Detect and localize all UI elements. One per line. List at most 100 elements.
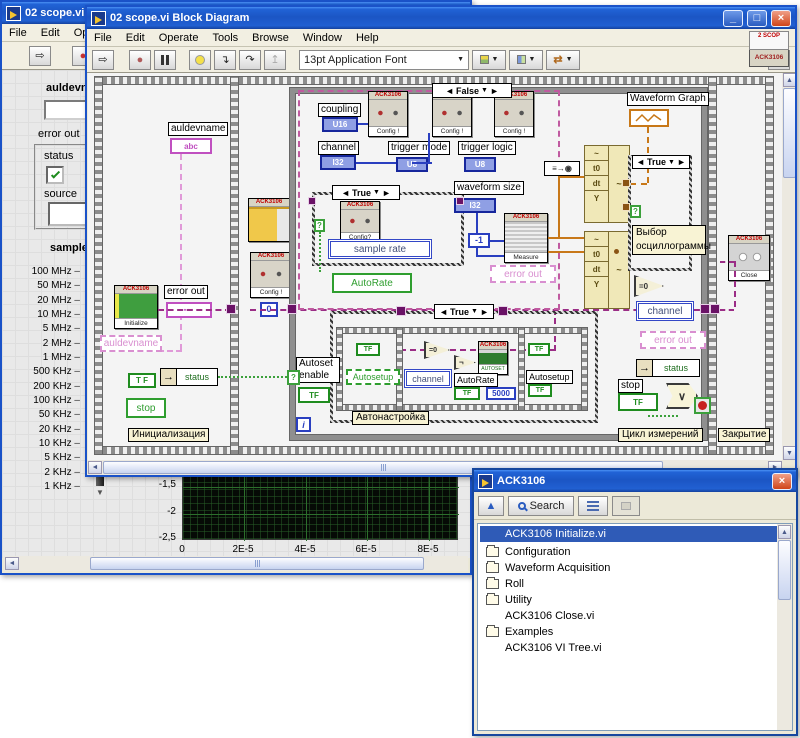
- case-next-icon[interactable]: ►: [490, 86, 499, 96]
- autoset-enable-terminal[interactable]: TF: [298, 387, 330, 403]
- view-options-button[interactable]: [578, 496, 608, 516]
- coupling-terminal[interactable]: U16: [322, 117, 358, 132]
- stop-local-variable[interactable]: stop: [126, 398, 166, 418]
- error-out-local-variable[interactable]: error out: [640, 331, 706, 349]
- vi-ack3106-measure[interactable]: ACK3106 Measure: [504, 213, 548, 263]
- search-button[interactable]: Search: [508, 496, 574, 516]
- scroll-up-icon[interactable]: ▲: [783, 73, 796, 87]
- menu-window[interactable]: Window: [296, 30, 349, 46]
- block-diagram-titlebar[interactable]: 02 scope.vi Block Diagram _ □ ×: [87, 7, 795, 29]
- case-prev-icon[interactable]: ◄: [341, 188, 350, 198]
- case-selector-true[interactable]: ◄True▼►: [332, 185, 400, 200]
- case-next-icon[interactable]: ►: [677, 157, 686, 167]
- scrollbar-thumb[interactable]: [90, 557, 424, 570]
- error-out-local-variable[interactable]: error out: [490, 265, 556, 283]
- scroll-left-icon[interactable]: ◄: [88, 461, 102, 474]
- case-selector-true[interactable]: ◄True▼►: [632, 155, 690, 169]
- step-over-button[interactable]: ↷: [239, 50, 261, 70]
- waveform-graph-terminal[interactable]: [629, 109, 669, 127]
- channel-local-variable[interactable]: channel: [636, 301, 694, 321]
- vi-ack3106-config[interactable]: ACK3106 Config !: [250, 252, 292, 298]
- palette-item-roll[interactable]: Roll: [480, 576, 778, 592]
- channel-terminal[interactable]: I32: [320, 155, 356, 170]
- close-button[interactable]: ×: [772, 473, 792, 490]
- boolean-terminal[interactable]: TF: [356, 343, 380, 356]
- unbundle-status-node[interactable]: → status: [636, 359, 700, 377]
- up-level-button[interactable]: ▲: [478, 496, 504, 516]
- menu-edit[interactable]: Edit: [119, 30, 152, 46]
- scrollbar-thumb[interactable]: [778, 540, 791, 600]
- palette-item-examples[interactable]: Examples: [480, 624, 778, 640]
- font-selector[interactable]: 13pt Application Font▼: [299, 50, 469, 70]
- run-button[interactable]: ⇨: [92, 50, 114, 70]
- palette-item-waveform-acquisition[interactable]: Waveform Acquisition: [480, 560, 778, 576]
- palette-item-utility[interactable]: Utility: [480, 592, 778, 608]
- menu-help[interactable]: Help: [349, 30, 386, 46]
- abort-button[interactable]: ●: [129, 50, 151, 70]
- pause-button[interactable]: [154, 50, 176, 70]
- pin-button[interactable]: [612, 496, 640, 516]
- trigger-mode-terminal[interactable]: U8: [396, 157, 428, 172]
- case-prev-icon[interactable]: ◄: [439, 307, 448, 317]
- boolean-terminal[interactable]: TF: [528, 343, 550, 356]
- auldevname-local-variable[interactable]: auldevname: [100, 335, 162, 352]
- vi-ack3106-initialize[interactable]: ACK3106 Initialize: [114, 285, 158, 329]
- minimize-button[interactable]: _: [723, 10, 743, 27]
- front-panel-hscrollbar[interactable]: ◄: [4, 556, 468, 571]
- unbundle-status-node[interactable]: → status: [160, 368, 218, 386]
- menu-file[interactable]: File: [87, 30, 119, 46]
- case-selector-true[interactable]: ◄True▼►: [434, 304, 494, 319]
- palette-vscrollbar[interactable]: ▲: [777, 524, 792, 730]
- scroll-up-icon[interactable]: ▲: [778, 525, 791, 539]
- step-into-button[interactable]: ↴: [214, 50, 236, 70]
- palette-item-close[interactable]: ACK3106 Close.vi: [480, 608, 778, 624]
- menu-edit[interactable]: Edit: [34, 25, 67, 41]
- array-to-cluster-node[interactable]: ≡→◉: [544, 161, 580, 176]
- loop-condition-terminal[interactable]: [694, 397, 711, 414]
- distribute-objects-button[interactable]: ▼: [509, 50, 543, 70]
- case-next-icon[interactable]: ►: [480, 307, 489, 317]
- channel-local-variable[interactable]: channel: [404, 369, 452, 388]
- reorder-button[interactable]: ⇄▼: [546, 50, 580, 70]
- scrollbar-thumb[interactable]: [783, 88, 796, 178]
- menu-file[interactable]: File: [2, 25, 34, 41]
- autorate-terminal[interactable]: TF: [454, 387, 480, 400]
- palette-item-initialize[interactable]: ACK3106 Initialize.vi: [480, 526, 778, 542]
- case-selector-false[interactable]: ◄False▼►: [432, 83, 512, 98]
- stop-terminal[interactable]: TF: [618, 393, 658, 411]
- align-objects-button[interactable]: ▼: [472, 50, 506, 70]
- vi-ack3106-open[interactable]: ACK3106: [248, 198, 290, 242]
- vi-icon-badge[interactable]: 2 SCOP ACK3106: [749, 31, 789, 71]
- palette-titlebar[interactable]: ACK3106 ×: [474, 470, 796, 492]
- palette-item-vi-tree[interactable]: ACK3106 VI Tree.vi: [480, 640, 778, 656]
- maximize-button[interactable]: □: [747, 10, 767, 27]
- vi-ack3106-config-query[interactable]: ACK3106 Config?: [340, 201, 380, 243]
- block-diagram-vscrollbar[interactable]: ▲ ▼: [782, 73, 797, 460]
- scroll-down-icon[interactable]: ▼: [783, 446, 796, 460]
- case-next-icon[interactable]: ►: [382, 188, 391, 198]
- build-waveform-node[interactable]: ~ t0 dt Y ~: [584, 231, 630, 309]
- trigger-logic-terminal[interactable]: U8: [464, 157, 496, 172]
- vi-ack3106-config[interactable]: ACK3106 Config !: [368, 91, 408, 137]
- palette-item-configuration[interactable]: Configuration: [480, 544, 778, 560]
- status-checkbox[interactable]: [46, 166, 64, 184]
- run-button[interactable]: ⇨: [29, 46, 51, 66]
- scroll-left-icon[interactable]: ◄: [5, 557, 19, 570]
- numeric-constant-5000[interactable]: 5000: [486, 387, 516, 400]
- menu-browse[interactable]: Browse: [245, 30, 296, 46]
- case-prev-icon[interactable]: ◄: [636, 157, 645, 167]
- autorate-local-variable[interactable]: AutoRate: [332, 273, 412, 293]
- menu-tools[interactable]: Tools: [205, 30, 245, 46]
- sample-rate-local-variable[interactable]: sample rate: [328, 239, 432, 259]
- autosetup-local-terminal[interactable]: TF: [528, 384, 552, 397]
- vi-ack3106-autoset[interactable]: ACK3106 AUTOSET: [478, 341, 508, 375]
- step-out-button[interactable]: ↥: [264, 50, 286, 70]
- autosetup-local-variable[interactable]: Autosetup: [346, 369, 400, 385]
- highlight-execution-button[interactable]: [189, 50, 211, 70]
- loop-iteration-terminal[interactable]: i: [296, 417, 311, 432]
- menu-operate[interactable]: Operate: [152, 30, 206, 46]
- case-prev-icon[interactable]: ◄: [445, 86, 454, 96]
- numeric-constant-minus1[interactable]: -1: [468, 233, 490, 248]
- auldevname-terminal[interactable]: abc: [170, 138, 212, 154]
- boolean-constant[interactable]: T F: [128, 373, 156, 388]
